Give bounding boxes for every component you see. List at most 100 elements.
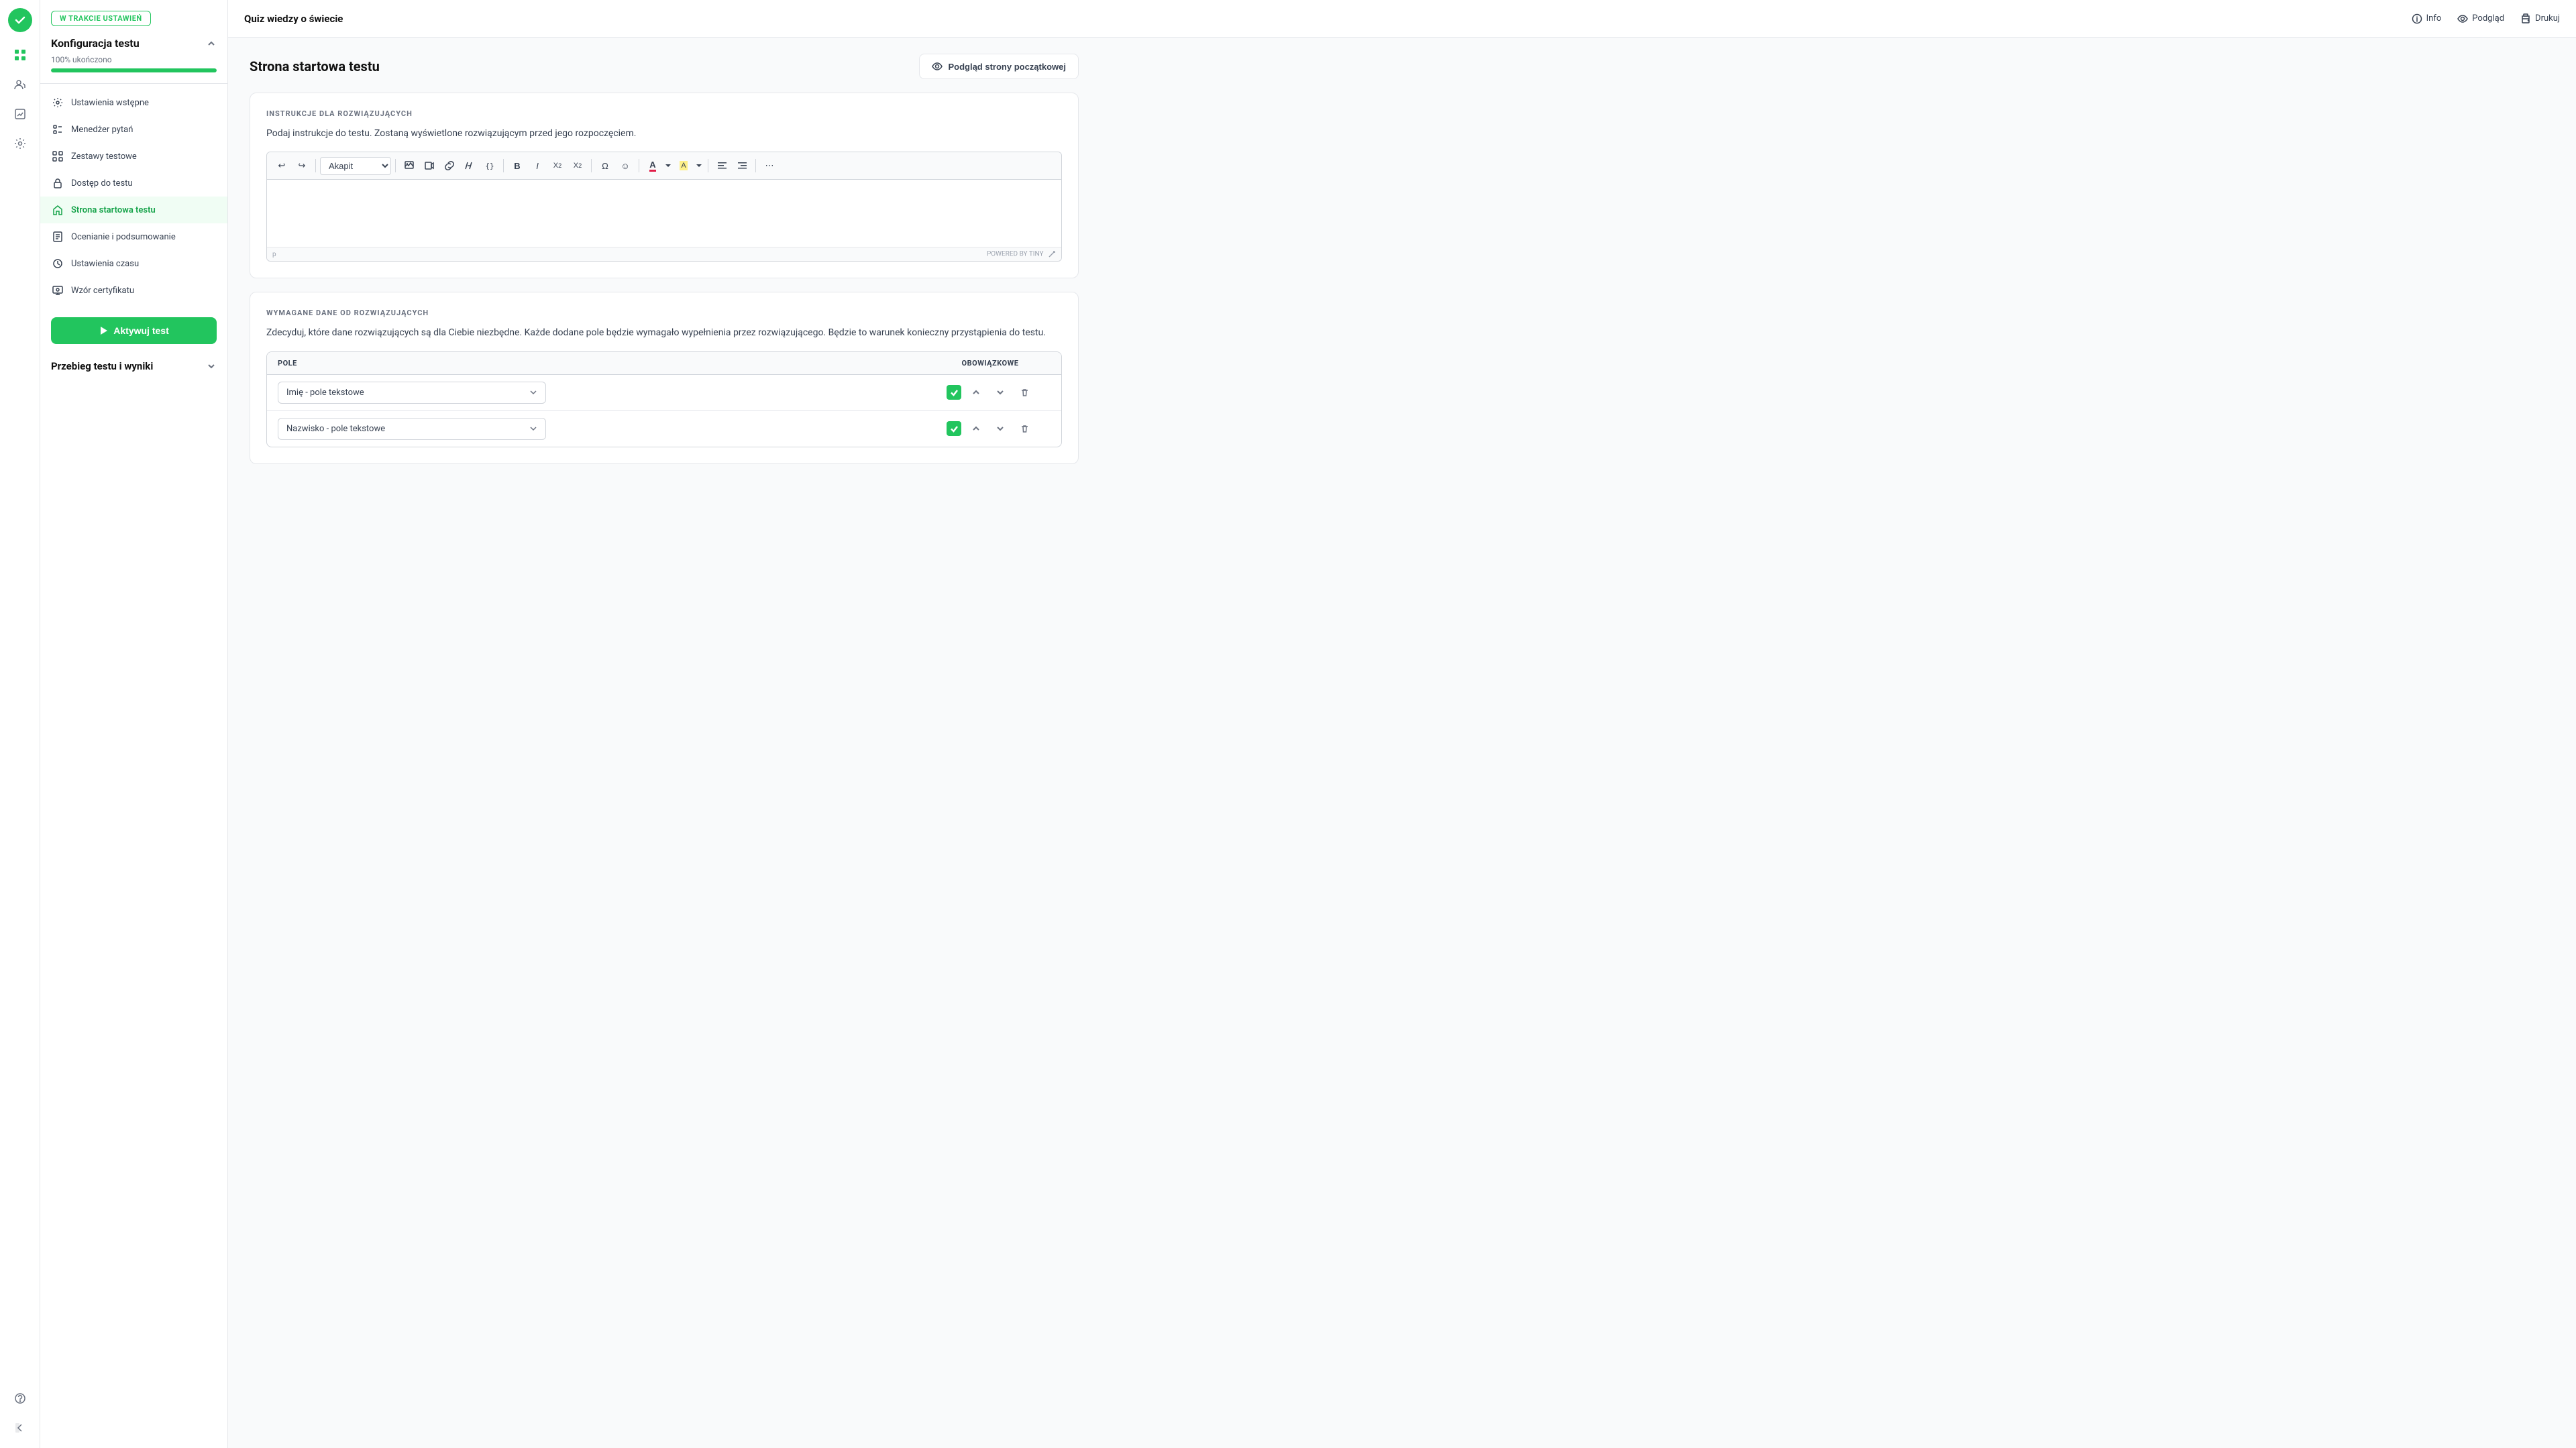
- field-select-nazwisko[interactable]: Nazwisko - pole tekstowe: [278, 418, 930, 440]
- move-down-imie[interactable]: [991, 383, 1010, 402]
- checkbox-imie[interactable]: [947, 385, 961, 400]
- required-data-card: WYMAGANE DANE OD ROZWIĄZUJĄCYCH Zdecyduj…: [250, 292, 1079, 463]
- sidebar-item-zestawy-testowe[interactable]: Zestawy testowe: [40, 143, 227, 170]
- subscript-button[interactable]: X2: [548, 156, 567, 175]
- list-icon: [51, 123, 64, 136]
- nav-icon-users[interactable]: [8, 72, 32, 97]
- toolbar-sep-4: [591, 159, 592, 172]
- nav-item-label: Wzór certyfikatu: [71, 286, 134, 296]
- instructions-card: INSTRUKCJE DLA ROZWIĄZUJĄCYCH Podaj inst…: [250, 93, 1079, 278]
- page-header-row: Strona startowa testu Podgląd strony poc…: [250, 54, 1079, 79]
- redo-button[interactable]: ↪: [292, 156, 311, 175]
- nav-icon-grid[interactable]: [8, 43, 32, 67]
- nav-item-label: Strona startowa testu: [71, 205, 156, 215]
- align-left-button[interactable]: [712, 156, 731, 175]
- document-icon: [51, 230, 64, 243]
- main-content: Quiz wiedzy o świecie Info Podgląd: [228, 0, 2576, 1448]
- table-row: Imię - pole tekstowe: [267, 375, 1061, 411]
- app-title: Quiz wiedzy o świecie: [244, 13, 343, 25]
- page-preview-button[interactable]: Podgląd strony początkowej: [919, 54, 1079, 79]
- sidebar-item-dostep[interactable]: Dostęp do testu: [40, 170, 227, 197]
- page-body: Strona startowa testu Podgląd strony poc…: [228, 38, 1100, 494]
- nav-icon-back[interactable]: [8, 1416, 32, 1440]
- editor-container: ↩ ↪ Akapit Nagłówek 1 Nagłówek 2: [266, 152, 1062, 262]
- required-data-section: WYMAGANE DANE OD ROZWIĄZUJĄCYCH Zdecyduj…: [250, 292, 1078, 463]
- sidebar-item-menedzer-pytan[interactable]: Menedżer pytań: [40, 116, 227, 143]
- nav-item-label: Ustawienia wstępne: [71, 98, 149, 108]
- row-actions-imie: [930, 383, 1051, 402]
- toolbar-sep-2: [395, 159, 396, 172]
- required-data-label: WYMAGANE DANE OD ROZWIĄZUJĄCYCH: [266, 309, 1062, 317]
- table-row: Nazwisko - pole tekstowe: [267, 411, 1061, 447]
- certificate-icon: [51, 284, 64, 297]
- sidebar-item-wzor-certyfikatu[interactable]: Wzór certyfikatu: [40, 277, 227, 304]
- sidebar-item-ustawienia-wstepne[interactable]: Ustawienia wstępne: [40, 89, 227, 116]
- nav-item-label: Dostęp do testu: [71, 178, 133, 188]
- nav-icon-settings[interactable]: [8, 131, 32, 156]
- progress-bar-fill: [51, 68, 217, 72]
- delete-imie[interactable]: [1015, 383, 1034, 402]
- clock-icon: [51, 257, 64, 270]
- nav-icon-analytics[interactable]: [8, 102, 32, 126]
- row-actions-nazwisko: [930, 419, 1051, 438]
- page-title: Strona startowa testu: [250, 58, 380, 74]
- highlight-button[interactable]: A: [674, 156, 693, 175]
- align-right-button[interactable]: [733, 156, 751, 175]
- field-select-imie[interactable]: Imię - pole tekstowe: [278, 382, 930, 404]
- col-header-required: OBOWIĄZKOWE: [930, 359, 1051, 368]
- insert-code-button[interactable]: {}: [480, 156, 499, 175]
- insert-image-button[interactable]: [400, 156, 419, 175]
- delete-nazwisko[interactable]: [1015, 419, 1034, 438]
- table-header: POLE OBOWIĄZKOWE: [267, 352, 1061, 375]
- editor-body[interactable]: [267, 180, 1061, 247]
- progress-area: 100% ukończono: [51, 55, 217, 72]
- sidebar-item-strona-startowa[interactable]: Strona startowa testu: [40, 197, 227, 223]
- nav-item-label: Ustawienia czasu: [71, 259, 139, 269]
- bold-button[interactable]: B: [508, 156, 527, 175]
- checkbox-nazwisko[interactable]: [947, 421, 961, 436]
- settings-icon: [51, 96, 64, 109]
- move-up-imie[interactable]: [967, 383, 985, 402]
- paragraph-select[interactable]: Akapit Nagłówek 1 Nagłówek 2: [320, 157, 391, 175]
- print-button[interactable]: Drukuj: [2520, 13, 2560, 24]
- emoji-button[interactable]: ☺: [616, 156, 635, 175]
- preview-button[interactable]: Podgląd: [2457, 13, 2504, 24]
- results-section-title[interactable]: Przebieg testu i wyniki: [40, 352, 227, 380]
- editor-toolbar: ↩ ↪ Akapit Nagłówek 1 Nagłówek 2: [267, 152, 1061, 180]
- logo-icon[interactable]: [8, 8, 32, 32]
- info-button[interactable]: Info: [2412, 13, 2442, 24]
- italic-button[interactable]: I: [528, 156, 547, 175]
- insert-link-button[interactable]: [440, 156, 459, 175]
- editor-p-indicator: p: [272, 251, 276, 258]
- col-header-field: POLE: [278, 359, 930, 368]
- header-actions: Info Podgląd Drukuj: [2412, 13, 2560, 24]
- undo-button[interactable]: ↩: [272, 156, 291, 175]
- toolbar-sep-1: [315, 159, 316, 172]
- editor-footer: p POWERED BY TINY: [267, 247, 1061, 261]
- highlight-dropdown[interactable]: [694, 156, 704, 175]
- font-color-dropdown[interactable]: [663, 156, 673, 175]
- move-down-nazwisko[interactable]: [991, 419, 1010, 438]
- activate-button[interactable]: Aktywuj test: [51, 317, 217, 344]
- instructions-section: INSTRUKCJE DLA ROZWIĄZUJĄCYCH Podaj inst…: [250, 93, 1078, 278]
- nav-item-label: Menedżer pytań: [71, 125, 133, 135]
- nav-icon-help[interactable]: [8, 1386, 32, 1410]
- superscript-button[interactable]: X2: [568, 156, 587, 175]
- sidebar-item-ocenianie[interactable]: Ocenianie i podsumowanie: [40, 223, 227, 250]
- top-header: Quiz wiedzy o świecie Info Podgląd: [228, 0, 2576, 38]
- powered-by: POWERED BY TINY: [987, 250, 1056, 258]
- instructions-description: Podaj instrukcje do testu. Zostaną wyświ…: [266, 126, 1062, 141]
- insert-video-button[interactable]: [420, 156, 439, 175]
- nav-item-label: Zestawy testowe: [71, 152, 137, 162]
- grid-icon: [51, 150, 64, 163]
- more-options-button[interactable]: ⋯: [760, 156, 779, 175]
- sidebar-item-ustawienia-czasu[interactable]: Ustawienia czasu: [40, 250, 227, 277]
- insert-math-button[interactable]: [460, 156, 479, 175]
- omega-button[interactable]: Ω: [596, 156, 614, 175]
- progress-bar-bg: [51, 68, 217, 72]
- toolbar-sep-7: [755, 159, 756, 172]
- config-section-title[interactable]: Konfiguracja testu: [51, 37, 217, 50]
- move-up-nazwisko[interactable]: [967, 419, 985, 438]
- required-data-description: Zdecyduj, które dane rozwiązujących są d…: [266, 325, 1062, 340]
- font-color-button[interactable]: A: [643, 156, 662, 175]
